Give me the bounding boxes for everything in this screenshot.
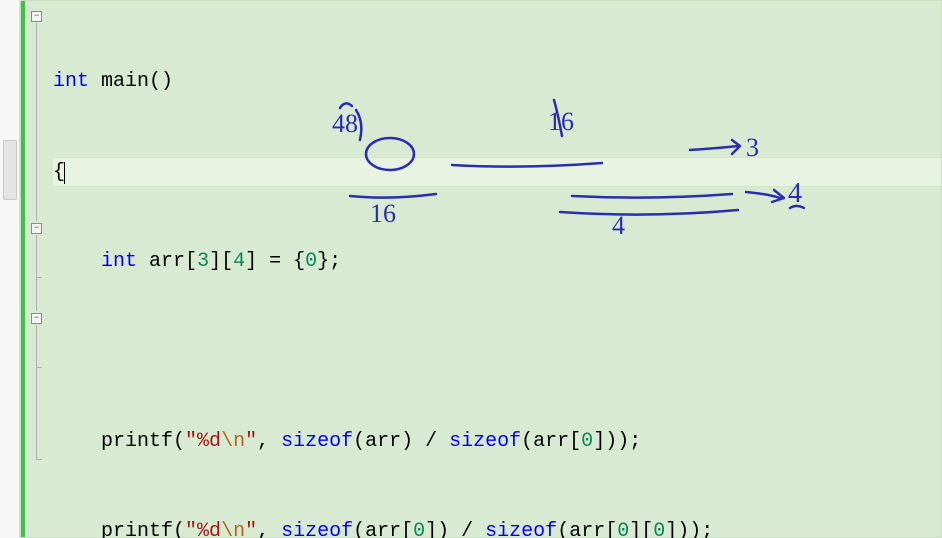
code-text: ]));: [665, 520, 713, 538]
code-text: (arr[: [557, 520, 617, 538]
string: ": [245, 520, 257, 538]
identifier: main: [89, 70, 149, 93]
code-line[interactable]: printf("%d\n", sizeof(arr[0]) / sizeof(a…: [53, 517, 941, 538]
indent: [53, 430, 101, 453]
fold-toggle-icon[interactable]: −: [31, 313, 42, 324]
number: 3: [197, 250, 209, 273]
fold-guide: [36, 325, 37, 459]
code-text: [: [185, 250, 197, 273]
number: 0: [617, 520, 629, 538]
code-text: printf(: [101, 520, 185, 538]
fold-toggle-icon[interactable]: −: [31, 11, 42, 22]
code-text: ]));: [593, 430, 641, 453]
fold-end-icon: [36, 367, 42, 368]
keyword: int: [53, 70, 89, 93]
keyword: sizeof: [281, 430, 353, 453]
escape: \n: [221, 430, 245, 453]
scroll-thumb[interactable]: [3, 140, 17, 200]
string: ": [185, 430, 197, 453]
fold-guide: [36, 235, 37, 311]
text-caret: [64, 162, 65, 184]
keyword: sizeof: [449, 430, 521, 453]
number: 0: [413, 520, 425, 538]
code-text: ][: [629, 520, 653, 538]
code-line[interactable]: int main(): [53, 67, 941, 97]
code-line[interactable]: printf("%d\n", sizeof(arr) / sizeof(arr[…: [53, 427, 941, 457]
fold-gutter[interactable]: − − −: [25, 1, 49, 537]
string: %d: [197, 520, 221, 538]
string: ": [185, 520, 197, 538]
number: 0: [305, 250, 317, 273]
code-text: ] = {: [245, 250, 305, 273]
number: 0: [653, 520, 665, 538]
fold-end-icon: [36, 277, 42, 278]
code-text: ,: [257, 520, 281, 538]
code-editor[interactable]: − − − int main() { int arr[3][4] = {0}; …: [20, 0, 942, 538]
indent: [53, 250, 101, 273]
indent: [53, 520, 101, 538]
code-text: ,: [257, 430, 281, 453]
code-line[interactable]: int arr[3][4] = {0};: [53, 247, 941, 277]
code-text: (arr[: [521, 430, 581, 453]
number: 4: [233, 250, 245, 273]
keyword: int: [101, 250, 137, 273]
code-text: (): [149, 70, 173, 93]
fold-toggle-icon[interactable]: −: [31, 223, 42, 234]
code-line-active[interactable]: {: [53, 157, 941, 187]
code-text: (arr) /: [353, 430, 449, 453]
code-text: printf(: [101, 430, 185, 453]
string: %d: [197, 430, 221, 453]
fold-guide: [36, 23, 37, 221]
keyword: sizeof: [485, 520, 557, 538]
identifier: arr: [137, 250, 185, 273]
vertical-scrollbar[interactable]: [0, 0, 20, 538]
string: ": [245, 430, 257, 453]
code-line[interactable]: [53, 337, 941, 367]
code-text: ]) /: [425, 520, 485, 538]
code-text: (arr[: [353, 520, 413, 538]
code-text-area[interactable]: int main() { int arr[3][4] = {0}; printf…: [49, 1, 941, 537]
number: 0: [581, 430, 593, 453]
keyword: sizeof: [281, 520, 353, 538]
escape: \n: [221, 520, 245, 538]
code-text: };: [317, 250, 341, 273]
code-text: ][: [209, 250, 233, 273]
fold-end-icon: [36, 459, 42, 460]
